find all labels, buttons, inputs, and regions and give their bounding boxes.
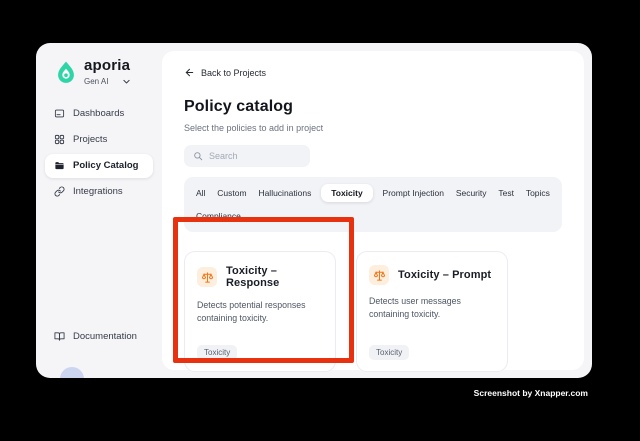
card-description: Detects user messages containing toxicit… — [369, 296, 461, 320]
search-input[interactable] — [209, 151, 301, 161]
policy-icon-bg — [369, 265, 389, 285]
book-icon — [54, 331, 65, 341]
sidebar-item-policy-catalog[interactable]: Policy Catalog — [45, 153, 153, 178]
sidebar-item-projects[interactable]: Projects — [45, 128, 153, 152]
back-to-projects-link[interactable]: Back to Projects — [184, 67, 266, 78]
tab-security[interactable]: Security — [454, 184, 489, 202]
tab-topics[interactable]: Topics — [524, 184, 552, 202]
policy-icon-bg — [197, 267, 217, 287]
brand-block: aporia Gen AI — [36, 43, 162, 86]
scales-icon — [201, 271, 213, 283]
link-icon — [54, 186, 65, 197]
scales-icon — [373, 269, 385, 281]
card-title: Toxicity – Response — [226, 265, 280, 289]
tab-prompt-injection[interactable]: Prompt Injection — [381, 184, 446, 202]
sidebar-item-documentation[interactable]: Documentation — [45, 324, 153, 348]
search-box[interactable] — [184, 145, 310, 167]
watermark: Screenshot by Xnapper.com — [473, 388, 588, 398]
page-title: Policy catalog — [184, 98, 293, 115]
dashboard-icon — [54, 109, 65, 118]
tab-test[interactable]: Test — [496, 184, 516, 202]
main-content: Back to Projects Policy catalog Select t… — [162, 51, 584, 372]
avatar[interactable] — [60, 367, 84, 378]
tab-custom[interactable]: Custom — [215, 184, 248, 202]
search-icon — [194, 152, 203, 161]
aporia-logo-icon — [58, 61, 74, 83]
policy-card-toxicity-prompt[interactable]: Toxicity – Prompt Detects user messages … — [356, 251, 508, 372]
tab-hallucinations[interactable]: Hallucinations — [256, 184, 313, 202]
tabs-row-2: Compliance — [194, 207, 552, 225]
brand-name: aporia — [84, 57, 131, 74]
page-subtitle: Select the policies to add in project — [184, 123, 324, 133]
category-tabs: All Custom Hallucinations Toxicity Promp… — [184, 177, 562, 232]
card-title: Toxicity – Prompt — [398, 269, 492, 281]
app-window: aporia Gen AI Dashboards Projects Policy… — [36, 43, 592, 378]
tab-compliance[interactable]: Compliance — [194, 207, 243, 225]
sidebar-item-label: Policy Catalog — [73, 160, 139, 171]
sidebar-item-label: Projects — [73, 134, 108, 145]
policy-card-toxicity-response[interactable]: Toxicity – Response Detects potential re… — [184, 251, 336, 372]
card-header: Toxicity – Response — [197, 265, 323, 289]
folder-icon — [55, 162, 64, 170]
sidebar-footer: Documentation — [45, 324, 153, 348]
card-description: Detects potential responses containing t… — [197, 300, 306, 324]
sidebar: aporia Gen AI Dashboards Projects Policy… — [36, 43, 162, 378]
workspace-switcher[interactable]: Gen AI — [84, 77, 131, 86]
sidebar-item-integrations[interactable]: Integrations — [45, 180, 153, 204]
arrow-left-icon — [185, 68, 194, 77]
sidebar-item-label: Documentation — [73, 330, 137, 342]
sidebar-item-label: Dashboards — [73, 108, 125, 119]
card-header: Toxicity – Prompt — [369, 265, 495, 285]
card-tag: Toxicity — [197, 345, 238, 360]
sidebar-nav: Dashboards Projects Policy Catalog Integ… — [36, 102, 162, 204]
policy-cards: Toxicity – Response Detects potential re… — [184, 251, 562, 372]
sidebar-item-label: Integrations — [73, 186, 123, 197]
projects-grid-icon — [54, 134, 65, 145]
chevron-down-icon — [123, 79, 131, 83]
workspace-name: Gen AI — [84, 76, 109, 86]
card-tag: Toxicity — [369, 345, 410, 360]
back-link-label: Back to Projects — [201, 67, 267, 78]
tab-toxicity[interactable]: Toxicity — [321, 184, 373, 202]
tabs-row-1: All Custom Hallucinations Toxicity Promp… — [194, 184, 552, 202]
tab-all[interactable]: All — [194, 184, 207, 202]
sidebar-item-dashboards[interactable]: Dashboards — [45, 102, 153, 126]
